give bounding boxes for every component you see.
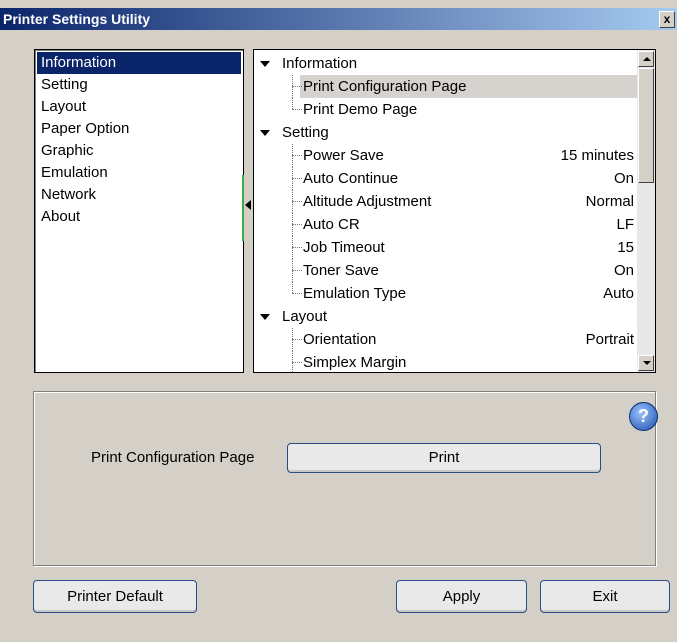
setting-value: On	[613, 170, 634, 187]
tree-connector	[292, 247, 302, 248]
tree-item-auto-continue[interactable]: Auto Continue On	[254, 167, 638, 190]
tree-node-setting[interactable]: Setting	[254, 121, 638, 144]
tree-connector	[292, 109, 302, 110]
tree-connector	[292, 86, 302, 87]
tree-item-print-demo-page[interactable]: Print Demo Page	[254, 98, 638, 121]
setting-label: Toner Save	[303, 262, 379, 279]
expanded-triangle-icon[interactable]	[260, 130, 270, 136]
nav-item-graphic[interactable]: Graphic	[37, 140, 241, 162]
setting-label: Orientation	[303, 331, 377, 348]
tree-item-altitude-adjustment[interactable]: Altitude Adjustment Normal	[254, 190, 638, 213]
tree-connector	[292, 362, 302, 363]
collapse-left-icon[interactable]	[245, 200, 251, 210]
category-list[interactable]: Information Setting Layout Paper Option …	[34, 49, 244, 373]
tree-connector	[292, 178, 302, 179]
help-icon[interactable]: ?	[629, 402, 658, 431]
nav-item-paper-option[interactable]: Paper Option	[37, 118, 241, 140]
tree-item-job-timeout[interactable]: Job Timeout 15	[254, 236, 638, 259]
tree-node-label: Information	[282, 55, 358, 72]
scroll-down-button[interactable]	[638, 355, 654, 371]
action-panel: ? Print Configuration Page Print	[33, 391, 658, 566]
scroll-thumb[interactable]	[638, 68, 654, 183]
nav-item-information[interactable]: Information	[37, 52, 241, 74]
nav-item-about[interactable]: About	[37, 206, 241, 228]
tree-connector	[292, 224, 302, 225]
exit-button[interactable]: Exit	[540, 580, 670, 613]
setting-label: Simplex Margin	[303, 354, 407, 371]
setting-value: 15	[617, 239, 634, 256]
tree-scrollbar[interactable]	[637, 49, 656, 373]
tree-connector	[292, 282, 293, 293]
tree-item-label: Print Demo Page	[303, 101, 418, 118]
setting-value: 15 minutes	[560, 147, 634, 164]
tree-item-orientation[interactable]: Orientation Portrait	[254, 328, 638, 351]
tree-connector	[292, 339, 302, 340]
nav-item-setting[interactable]: Setting	[37, 74, 241, 96]
arrow-down-icon	[643, 361, 651, 365]
scroll-up-button[interactable]	[638, 51, 654, 67]
setting-label: Auto CR	[303, 216, 360, 233]
apply-button[interactable]: Apply	[396, 580, 527, 613]
tree-item-print-configuration-page[interactable]: Print Configuration Page	[254, 75, 638, 98]
tree-node-information[interactable]: Information	[254, 52, 638, 75]
setting-value: On	[613, 262, 634, 279]
tree-connector	[292, 270, 302, 271]
action-label: Print Configuration Page	[91, 449, 255, 466]
nav-item-layout[interactable]: Layout	[37, 96, 241, 118]
tree-item-power-save[interactable]: Power Save 15 minutes	[254, 144, 638, 167]
tree-connector	[292, 293, 302, 294]
setting-label: Altitude Adjustment	[303, 193, 432, 210]
expanded-triangle-icon[interactable]	[260, 314, 270, 320]
tree-item-emulation-type[interactable]: Emulation Type Auto	[254, 282, 638, 305]
printer-settings-window: Printer Settings Utility x Information S…	[0, 0, 677, 642]
printer-default-button[interactable]: Printer Default	[33, 580, 197, 613]
nav-item-network[interactable]: Network	[37, 184, 241, 206]
close-icon[interactable]: x	[659, 11, 675, 28]
nav-item-emulation[interactable]: Emulation	[37, 162, 241, 184]
window-title: Printer Settings Utility	[3, 11, 151, 27]
tree-connector	[292, 155, 302, 156]
arrow-up-icon	[643, 57, 651, 61]
tree-item-simplex-margin[interactable]: Simplex Margin	[254, 351, 638, 372]
setting-label: Emulation Type	[303, 285, 407, 302]
setting-value: Normal	[585, 193, 634, 210]
setting-value: LF	[616, 216, 634, 233]
title-bar[interactable]: Printer Settings Utility x	[0, 8, 677, 30]
tree-node-label: Setting	[282, 124, 329, 141]
tree-item-toner-save[interactable]: Toner Save On	[254, 259, 638, 282]
setting-value: Portrait	[585, 331, 634, 348]
setting-value: Auto	[603, 285, 634, 302]
expanded-triangle-icon[interactable]	[260, 61, 270, 67]
tree-item-label: Print Configuration Page	[303, 78, 467, 95]
setting-label: Auto Continue	[303, 170, 399, 187]
tree-connector	[292, 98, 293, 109]
setting-label: Power Save	[303, 147, 384, 164]
tree-node-layout[interactable]: Layout	[254, 305, 638, 328]
tree-item-auto-cr[interactable]: Auto CR LF	[254, 213, 638, 236]
print-button[interactable]: Print	[287, 443, 601, 473]
setting-label: Job Timeout	[303, 239, 385, 256]
tree-connector	[292, 201, 302, 202]
tree-node-label: Layout	[282, 308, 328, 325]
settings-tree[interactable]: Information Print Configuration Page Pri…	[253, 49, 639, 373]
